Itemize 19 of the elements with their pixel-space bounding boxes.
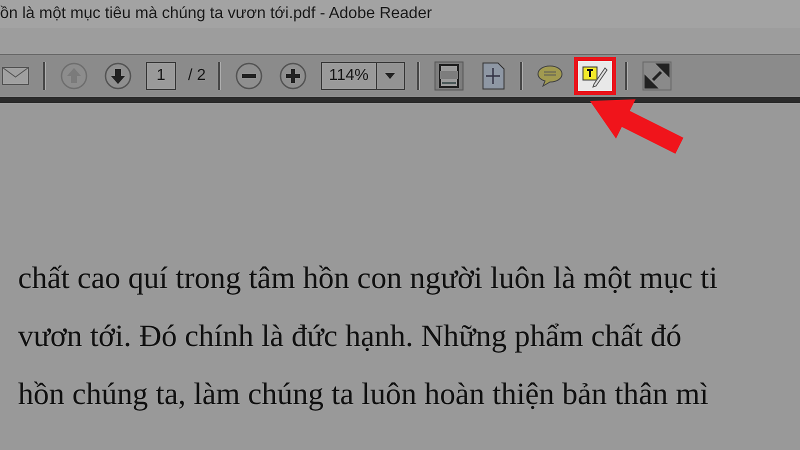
fit-page-icon <box>480 62 505 90</box>
document-text-line: hồn chúng ta, làm chúng ta luôn hoàn thiện bản thân mì <box>18 375 710 413</box>
plus-icon <box>278 62 307 90</box>
page-number-field[interactable]: 1 <box>146 62 176 90</box>
dropdown-button[interactable] <box>376 62 405 90</box>
caret-icon <box>385 73 396 79</box>
zoom-field[interactable]: 114% <box>320 62 377 90</box>
text-pencil-icon <box>582 64 608 88</box>
toolbar-button[interactable] <box>432 60 466 92</box>
window-title: ồn là một mục tiêu mà chúng ta vươn tới.pdf - Adobe Reader <box>0 5 432 23</box>
envelope-icon <box>2 67 29 85</box>
minus-icon <box>234 62 263 90</box>
document-text-line: vươn tới. Đó chính là đức hạnh. Những phẩm chất đó <box>18 317 682 355</box>
document-text-line: chất cao quí trong tâm hồn con người luôn là một mục ti <box>18 259 719 297</box>
page-count: / 2 <box>188 67 206 85</box>
speech-bubble-icon <box>536 65 563 87</box>
toolbar-button[interactable] <box>576 60 613 92</box>
fit-width-icon <box>434 61 464 91</box>
expand-arrows-icon <box>642 61 672 91</box>
